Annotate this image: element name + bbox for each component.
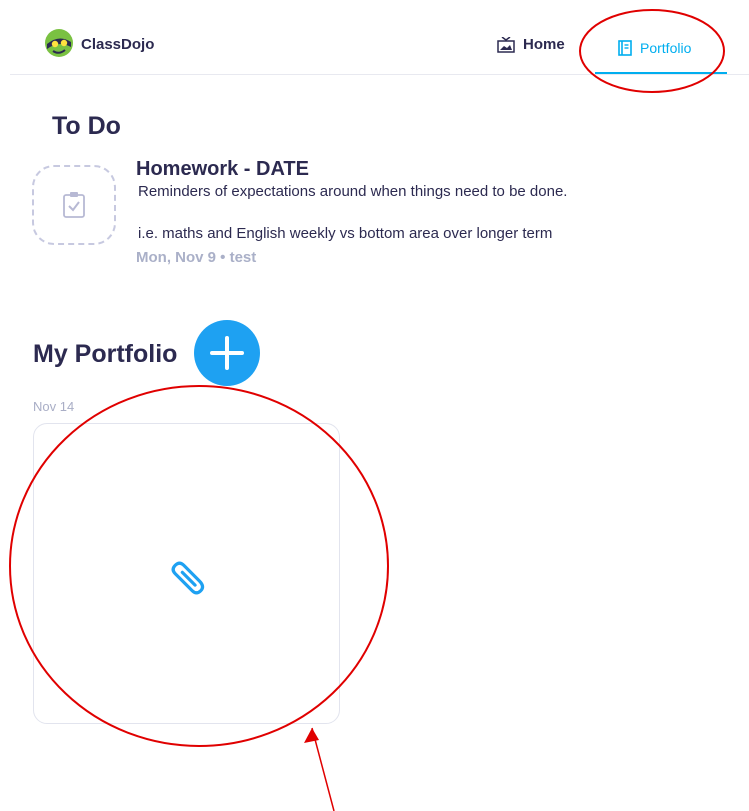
portfolio-book-icon (618, 40, 632, 56)
nav-tab-home[interactable]: Home (497, 36, 565, 53)
nav-tab-portfolio[interactable]: Portfolio (595, 24, 727, 74)
classdojo-logo-icon[interactable] (44, 28, 74, 58)
home-icon (497, 36, 515, 53)
top-navigation-bar: ClassDojo Home Portfolio (10, 0, 749, 75)
add-portfolio-button[interactable] (194, 320, 260, 386)
nav-portfolio-label: Portfolio (640, 40, 692, 56)
nav-home-label: Home (523, 36, 565, 53)
todo-item-meta: Mon, Nov 9 • test (136, 249, 257, 266)
annotation-arrow-line (311, 727, 335, 811)
todo-desc-line1: Reminders of expectations around when th… (138, 183, 568, 200)
portfolio-heading: My Portfolio (33, 340, 178, 368)
clipboard-check-icon (63, 192, 85, 218)
annotation-arrow-head (304, 728, 319, 743)
todo-item-title[interactable]: Homework - DATE (136, 158, 309, 181)
todo-item-description: Reminders of expectations around when th… (138, 184, 698, 241)
todo-heading: To Do (52, 112, 121, 140)
brand-name: ClassDojo (81, 36, 155, 53)
paperclip-icon (171, 561, 205, 595)
todo-item-icon-box[interactable] (32, 165, 116, 245)
todo-desc-line2: i.e. maths and English weekly vs bottom … (138, 225, 553, 242)
portfolio-date: Nov 14 (33, 399, 75, 414)
